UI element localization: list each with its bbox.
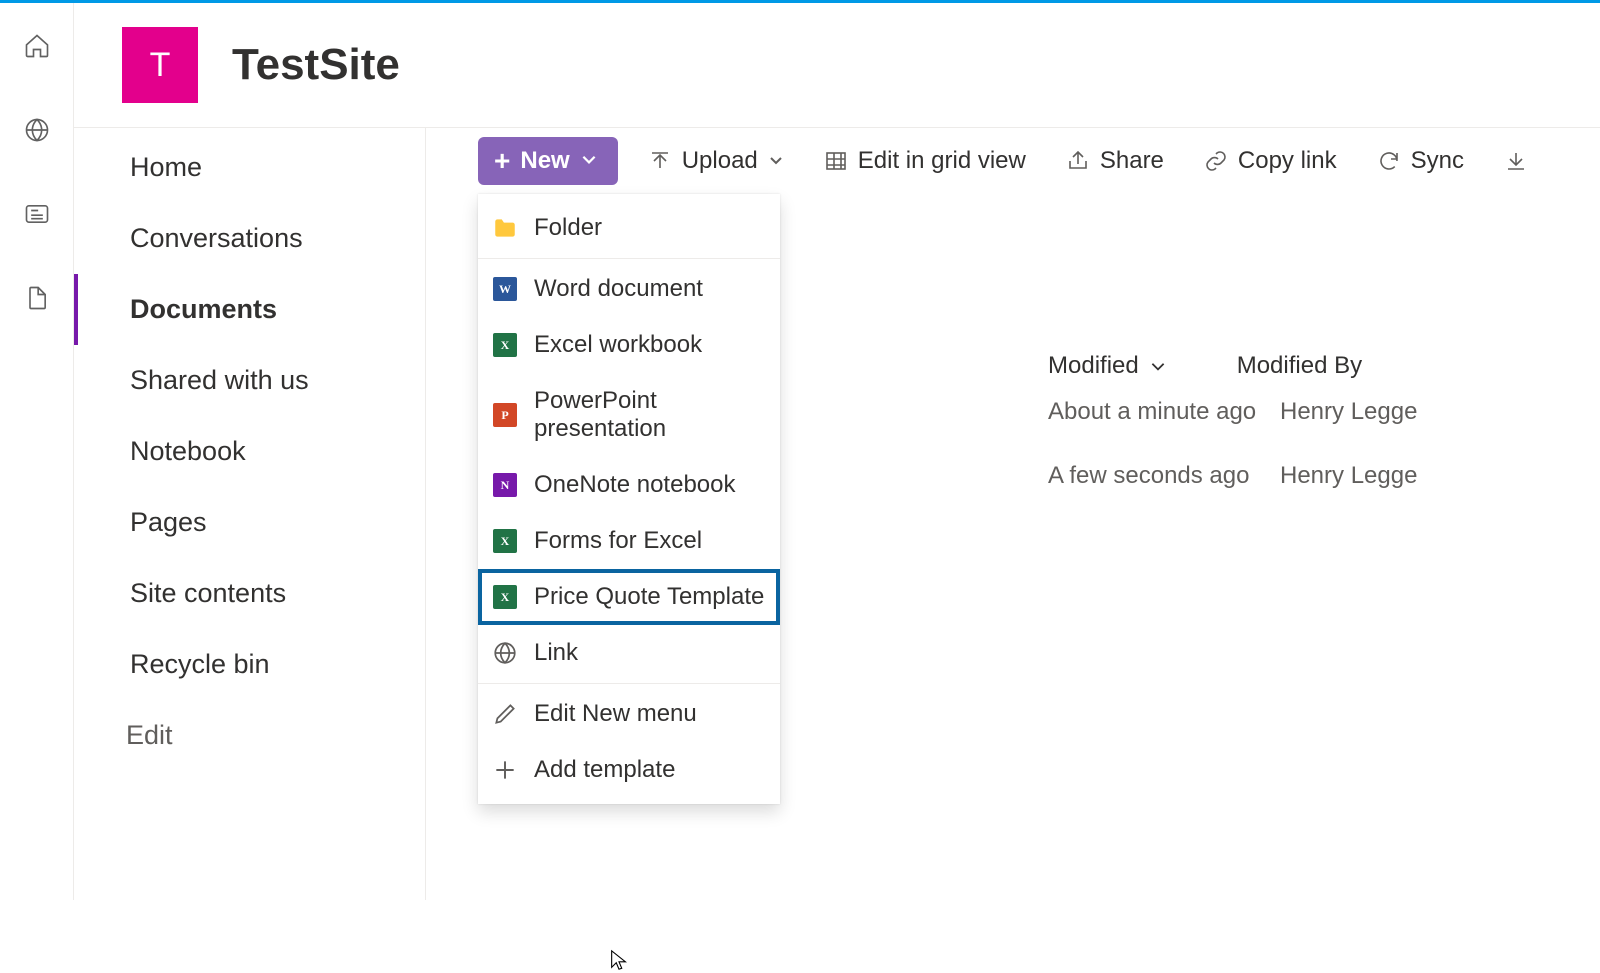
download-button[interactable] bbox=[1494, 137, 1538, 185]
link-icon bbox=[1204, 149, 1228, 173]
chevron-down-icon bbox=[1149, 357, 1167, 375]
nav-site-contents[interactable]: Site contents bbox=[74, 558, 425, 629]
powerpoint-icon: P bbox=[492, 402, 518, 428]
copy-link-button[interactable]: Copy link bbox=[1194, 137, 1347, 185]
nav-recycle-bin[interactable]: Recycle bin bbox=[74, 629, 425, 700]
folder-icon bbox=[492, 215, 518, 241]
site-logo[interactable]: T bbox=[122, 27, 198, 103]
sync-label: Sync bbox=[1411, 147, 1464, 175]
site-title[interactable]: TestSite bbox=[232, 40, 400, 90]
separator bbox=[478, 258, 780, 259]
grid-label: Edit in grid view bbox=[858, 147, 1026, 175]
share-icon bbox=[1066, 149, 1090, 173]
sync-button[interactable]: Sync bbox=[1367, 137, 1474, 185]
nav-shared[interactable]: Shared with us bbox=[74, 345, 425, 416]
separator bbox=[478, 683, 780, 684]
col-modified-label: Modified bbox=[1048, 352, 1139, 380]
menu-excel-label: Excel workbook bbox=[534, 331, 702, 359]
nav-edit[interactable]: Edit bbox=[74, 700, 425, 771]
menu-link[interactable]: Link bbox=[478, 625, 780, 681]
cell-modified-by: Henry Legge bbox=[1280, 398, 1417, 426]
menu-forms-excel[interactable]: X Forms for Excel bbox=[478, 513, 780, 569]
upload-button[interactable]: Upload bbox=[638, 137, 794, 185]
grid-view-button[interactable]: Edit in grid view bbox=[814, 137, 1036, 185]
news-icon[interactable] bbox=[19, 196, 55, 232]
main-area: + New Upload Edit in grid view bbox=[426, 128, 1600, 900]
copy-link-label: Copy link bbox=[1238, 147, 1337, 175]
left-nav: Home Conversations Documents Shared with… bbox=[74, 128, 426, 900]
menu-word[interactable]: W Word document bbox=[478, 261, 780, 317]
menu-addtpl-label: Add template bbox=[534, 756, 675, 784]
new-button-label: New bbox=[520, 147, 569, 175]
sync-icon bbox=[1377, 149, 1401, 173]
menu-folder[interactable]: Folder bbox=[478, 200, 780, 256]
chevron-down-icon bbox=[580, 147, 598, 175]
menu-template-label: Price Quote Template bbox=[534, 583, 764, 611]
col-modified-by[interactable]: Modified By bbox=[1237, 352, 1362, 380]
excel-icon: X bbox=[492, 584, 518, 610]
nav-notebook[interactable]: Notebook bbox=[74, 416, 425, 487]
onenote-icon: N bbox=[492, 472, 518, 498]
menu-edit-label: Edit New menu bbox=[534, 700, 697, 728]
new-menu: Folder W Word document X Excel workbook … bbox=[478, 194, 780, 804]
share-label: Share bbox=[1100, 147, 1164, 175]
menu-excel[interactable]: X Excel workbook bbox=[478, 317, 780, 373]
menu-forms-label: Forms for Excel bbox=[534, 527, 702, 555]
home-icon[interactable] bbox=[19, 28, 55, 64]
globe-icon[interactable] bbox=[19, 112, 55, 148]
menu-onenote[interactable]: N OneNote notebook bbox=[478, 457, 780, 513]
excel-icon: X bbox=[492, 528, 518, 554]
upload-icon bbox=[648, 149, 672, 173]
nav-documents[interactable]: Documents bbox=[74, 274, 425, 345]
cell-modified-by: Henry Legge bbox=[1280, 462, 1417, 490]
app-rail bbox=[0, 3, 74, 900]
site-header: T TestSite bbox=[74, 3, 1600, 128]
grid-icon bbox=[824, 149, 848, 173]
cell-modified: About a minute ago bbox=[1048, 398, 1280, 426]
menu-add-template[interactable]: Add template bbox=[478, 742, 780, 798]
command-bar: + New Upload Edit in grid view bbox=[426, 128, 1600, 194]
cell-modified: A few seconds ago bbox=[1048, 462, 1280, 490]
menu-ppt-label: PowerPoint presentation bbox=[534, 387, 766, 443]
nav-home[interactable]: Home bbox=[74, 132, 425, 203]
menu-price-quote-template[interactable]: X Price Quote Template bbox=[478, 569, 780, 625]
download-icon bbox=[1504, 149, 1528, 173]
plus-icon: + bbox=[494, 147, 510, 175]
menu-link-label: Link bbox=[534, 639, 578, 667]
word-icon: W bbox=[492, 276, 518, 302]
menu-onenote-label: OneNote notebook bbox=[534, 471, 735, 499]
nav-pages[interactable]: Pages bbox=[74, 487, 425, 558]
menu-powerpoint[interactable]: P PowerPoint presentation bbox=[478, 373, 780, 457]
pencil-icon bbox=[492, 701, 518, 727]
nav-conversations[interactable]: Conversations bbox=[74, 203, 425, 274]
menu-edit-new-menu[interactable]: Edit New menu bbox=[478, 686, 780, 742]
files-icon[interactable] bbox=[19, 280, 55, 316]
plus-icon bbox=[492, 757, 518, 783]
menu-word-label: Word document bbox=[534, 275, 703, 303]
new-button[interactable]: + New bbox=[478, 137, 618, 185]
share-button[interactable]: Share bbox=[1056, 137, 1174, 185]
menu-folder-label: Folder bbox=[534, 214, 602, 242]
excel-icon: X bbox=[492, 332, 518, 358]
col-modified[interactable]: Modified bbox=[1048, 352, 1167, 380]
cursor-icon bbox=[608, 947, 630, 973]
chevron-down-icon bbox=[768, 147, 784, 175]
upload-label: Upload bbox=[682, 147, 758, 175]
globe-icon bbox=[492, 640, 518, 666]
